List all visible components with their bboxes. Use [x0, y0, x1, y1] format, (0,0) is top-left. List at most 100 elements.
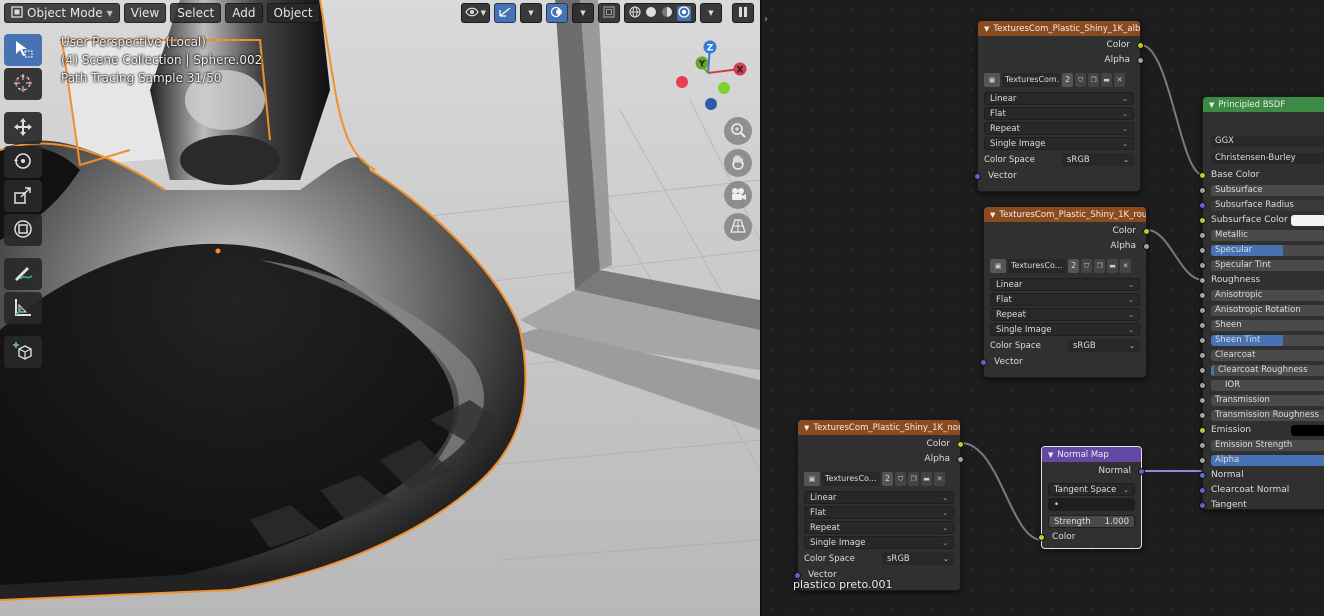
unlink-close-icon[interactable]: ✕ — [934, 472, 946, 486]
transmission-roughness-field[interactable]: Transmission Roughness — [1211, 410, 1324, 421]
color-space-dropdown[interactable]: sRGB ⌄ — [1068, 339, 1140, 352]
base-color-input-socket[interactable] — [1199, 172, 1206, 179]
strength-field[interactable]: Strength 1.000 — [1048, 515, 1135, 528]
transmission-field[interactable]: Transmission — [1211, 395, 1324, 406]
scale-tool[interactable] — [4, 180, 42, 212]
collapse-arrow-icon[interactable]: ▼ — [1048, 451, 1053, 459]
clearcoat-roughness-field[interactable]: Clearcoat Roughness — [1211, 365, 1324, 376]
sheen-field[interactable]: Sheen — [1211, 320, 1324, 331]
add-cube-tool[interactable] — [4, 336, 42, 368]
tangent-input-socket[interactable] — [1199, 502, 1206, 509]
interpolation-dropdown[interactable]: Linear ⌄ — [804, 491, 954, 504]
material-shading-icon[interactable] — [661, 6, 673, 21]
zoom-button[interactable] — [724, 117, 752, 145]
interpolation-dropdown[interactable]: Linear ⌄ — [984, 92, 1134, 105]
overlays-dropdown[interactable]: ▼ — [572, 3, 594, 23]
sidebar-expand-icon[interactable]: › — [764, 14, 768, 25]
anisotropic-input-socket[interactable] — [1199, 292, 1206, 299]
move-tool[interactable] — [4, 112, 42, 144]
ior-input-socket[interactable] — [1199, 382, 1206, 389]
node-header[interactable]: ▼ TexturesCom_Plastic_Shiny_1K_normal... — [798, 420, 960, 435]
ortho-toggle-button[interactable] — [724, 213, 752, 241]
color-input-socket[interactable] — [1038, 534, 1045, 541]
projection-dropdown[interactable]: Flat ⌄ — [804, 506, 954, 519]
image-browse-icon[interactable]: ▣ — [990, 259, 1006, 273]
roughness-image-texture-node[interactable]: ▼ TexturesCom_Plastic_Shiny_1K_rough... … — [980, 206, 1150, 378]
object-mode-dropdown[interactable]: Object Mode ▼ — [4, 3, 120, 23]
color-output-socket[interactable] — [1143, 228, 1150, 235]
duplicate-icon[interactable]: ❐ — [1088, 73, 1100, 87]
rendered-shading-icon[interactable] — [677, 5, 691, 21]
pause-render-button[interactable] — [732, 3, 754, 23]
ior-field[interactable]: IOR — [1211, 380, 1324, 391]
normal-input-socket[interactable] — [1199, 472, 1206, 479]
alpha-output-socket[interactable] — [1137, 57, 1144, 64]
node-header[interactable]: ▼ Normal Map — [1042, 447, 1141, 462]
projection-dropdown[interactable]: Flat ⌄ — [984, 107, 1134, 120]
extension-dropdown[interactable]: Repeat ⌄ — [984, 122, 1134, 135]
unlink-close-icon[interactable]: ✕ — [1114, 73, 1126, 87]
subsurface-radius-field[interactable]: Subsurface Radius — [1211, 200, 1324, 211]
extension-dropdown[interactable]: Repeat ⌄ — [990, 308, 1140, 321]
sheen-input-socket[interactable] — [1199, 322, 1206, 329]
emission-strength-field[interactable]: Emission Strength — [1211, 440, 1324, 451]
clearcoat-field[interactable]: Clearcoat — [1211, 350, 1324, 361]
select-box-tool[interactable] — [4, 34, 42, 66]
clearcoat-roughness-input-socket[interactable] — [1199, 367, 1206, 374]
cursor-tool[interactable] — [4, 68, 42, 100]
overlays-toggle-button[interactable] — [546, 3, 568, 23]
node-header[interactable]: ▼ TexturesCom_Plastic_Shiny_1K_rough... — [984, 207, 1146, 222]
transmission-roughness-input-socket[interactable] — [1199, 412, 1206, 419]
menu-view[interactable]: View — [123, 3, 167, 23]
transmission-input-socket[interactable] — [1199, 397, 1206, 404]
collapse-arrow-icon[interactable]: ▼ — [804, 424, 809, 432]
open-folder-icon[interactable]: ▬ — [1107, 259, 1119, 273]
image-users-count[interactable]: 2 — [1068, 259, 1080, 273]
image-name-field[interactable]: TexturesCo... — [1008, 259, 1066, 273]
alpha-output-socket[interactable] — [957, 456, 964, 463]
image-name-field[interactable]: TexturesCo... — [822, 472, 880, 486]
menu-select[interactable]: Select — [170, 3, 222, 23]
gizmo-dropdown[interactable]: ▼ — [520, 3, 542, 23]
color-space-dropdown[interactable]: sRGB ⌄ — [882, 552, 954, 565]
subsurface-method-dropdown[interactable]: Christensen-Burley — [1211, 153, 1324, 164]
image-browse-icon[interactable]: ▣ — [984, 73, 1000, 87]
subsurface-field[interactable]: Subsurface — [1211, 185, 1324, 196]
menu-add[interactable]: Add — [225, 3, 263, 23]
image-users-count[interactable]: 2 — [882, 472, 894, 486]
specular-tint-field[interactable]: Specular Tint — [1211, 260, 1324, 271]
xray-toggle-button[interactable] — [598, 3, 620, 23]
anisotropic-rotation-field[interactable]: Anisotropic Rotation — [1211, 305, 1324, 316]
extension-dropdown[interactable]: Repeat ⌄ — [804, 521, 954, 534]
solid-shading-icon[interactable] — [645, 6, 657, 21]
anisotropic-rotation-input-socket[interactable] — [1199, 307, 1206, 314]
node-header[interactable]: ▼ Principled BSDF — [1203, 97, 1324, 112]
normal-output-socket[interactable] — [1138, 468, 1145, 475]
interpolation-dropdown[interactable]: Linear ⌄ — [990, 278, 1140, 291]
camera-view-button[interactable] — [724, 181, 752, 209]
rotate-tool[interactable] — [4, 146, 42, 178]
duplicate-icon[interactable]: ❐ — [908, 472, 920, 486]
subsurface-color-swatch[interactable] — [1291, 215, 1324, 226]
image-browse-icon[interactable]: ▣ — [804, 472, 820, 486]
emission-input-socket[interactable] — [1199, 427, 1206, 434]
3d-viewport[interactable]: Object Mode ▼ View Select Add Object ▼ ▼… — [0, 0, 760, 616]
collapse-arrow-icon[interactable]: ▼ — [1209, 101, 1214, 109]
transform-tool[interactable] — [4, 214, 42, 246]
specular-field[interactable]: Specular — [1211, 245, 1324, 256]
sheen-tint-input-socket[interactable] — [1199, 337, 1206, 344]
navigation-gizmo[interactable]: Z X Y — [672, 38, 752, 118]
space-dropdown[interactable]: Tangent Space ⌄ — [1048, 483, 1135, 496]
projection-dropdown[interactable]: Flat ⌄ — [990, 293, 1140, 306]
color-output-socket[interactable] — [957, 441, 964, 448]
uv-map-field[interactable]: • — [1048, 498, 1135, 511]
albedo-image-texture-node[interactable]: ▼ TexturesCom_Plastic_Shiny_1K_albedo...… — [974, 20, 1144, 192]
color-output-socket[interactable] — [1137, 42, 1144, 49]
annotate-tool[interactable] — [4, 258, 42, 290]
anisotropic-field[interactable]: Anisotropic — [1211, 290, 1324, 301]
vector-input-socket[interactable] — [974, 173, 981, 180]
image-users-count[interactable]: 2 — [1062, 73, 1074, 87]
source-dropdown[interactable]: Single Image ⌄ — [990, 323, 1140, 336]
fake-user-shield-icon[interactable]: ⛉ — [1075, 73, 1087, 87]
pan-button[interactable] — [724, 149, 752, 177]
